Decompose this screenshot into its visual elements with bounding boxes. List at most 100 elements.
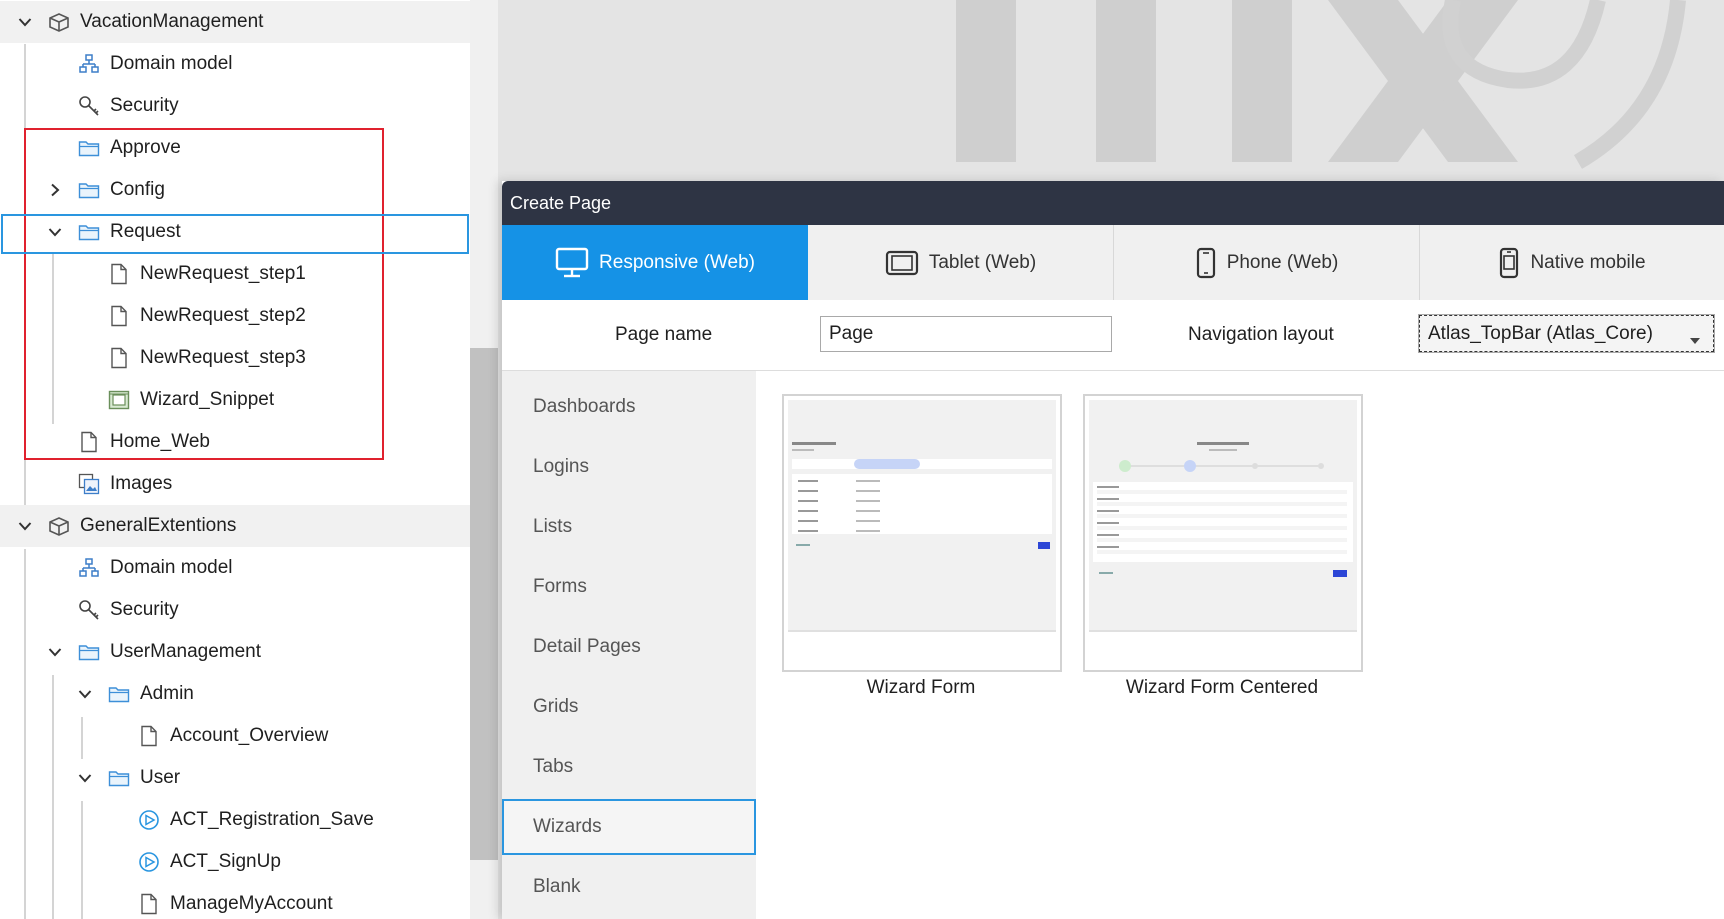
tree-item-label: VacationManagement — [80, 11, 264, 32]
tablet-icon — [885, 250, 919, 276]
folder-icon — [108, 767, 130, 789]
tree-item-newrequest-step3[interactable]: NewRequest_step3 — [0, 337, 470, 379]
tree-item-domain-model[interactable]: Domain model — [0, 547, 470, 589]
category-lists[interactable]: Lists — [502, 499, 756, 555]
tree-item-managemyaccount[interactable]: ManageMyAccount — [0, 883, 470, 919]
tree-item-label: NewRequest_step1 — [140, 263, 306, 284]
tab-responsive-web[interactable]: Responsive (Web) — [502, 225, 808, 300]
tab-native-mobile[interactable]: Native mobile — [1420, 225, 1724, 300]
chevron-down-icon[interactable] — [77, 686, 93, 702]
tree-item-domain-model[interactable]: Domain model — [0, 43, 470, 85]
tree-item-label: ACT_SignUp — [170, 851, 281, 872]
tab-label: Native mobile — [1530, 251, 1646, 273]
folder-icon — [78, 179, 100, 201]
category-tabs[interactable]: Tabs — [502, 739, 756, 795]
category-dashboards[interactable]: Dashboards — [502, 379, 756, 435]
security-key-icon — [78, 95, 100, 117]
microflow-icon — [138, 809, 160, 831]
tree-item-label: NewRequest_step2 — [140, 305, 306, 326]
tree-item-act-signup[interactable]: ACT_SignUp — [0, 841, 470, 883]
module-icon — [48, 515, 70, 537]
tree-item-label: Config — [110, 179, 165, 200]
category-grids[interactable]: Grids — [502, 679, 756, 735]
tree-item-label: UserManagement — [110, 641, 262, 662]
page-name-label: Page name — [615, 324, 713, 345]
tree-item-label: GeneralExtentions — [80, 515, 237, 536]
tree-item-account-overview[interactable]: Account_Overview — [0, 715, 470, 757]
dialog-title-bar[interactable]: Create Page — [502, 181, 1724, 225]
monitor-icon — [555, 247, 589, 279]
tree-item-label: Images — [110, 473, 173, 494]
tree-item-act-registration-save[interactable]: ACT_Registration_Save — [0, 799, 470, 841]
tree-item-images[interactable]: Images — [0, 463, 470, 505]
tree-item-label: Domain model — [110, 557, 233, 578]
navigation-layout-value: Atlas_TopBar (Atlas_Core) — [1428, 322, 1653, 344]
domain-model-icon — [78, 557, 100, 579]
category-forms[interactable]: Forms — [502, 559, 756, 615]
tree-item-config[interactable]: Config — [0, 169, 470, 211]
images-icon — [78, 473, 100, 495]
tree-item-label: NewRequest_step3 — [140, 347, 306, 368]
page-icon — [108, 263, 130, 285]
category-blank[interactable]: Blank — [502, 859, 756, 915]
category-logins[interactable]: Logins — [502, 439, 756, 495]
tree-item-generalextentions[interactable]: GeneralExtentions — [0, 505, 470, 547]
navigation-layout-select[interactable]: Atlas_TopBar (Atlas_Core) — [1418, 314, 1715, 353]
tab-label: Tablet (Web) — [928, 251, 1037, 273]
tree-item-newrequest-step2[interactable]: NewRequest_step2 — [0, 295, 470, 337]
page-name-input[interactable] — [820, 316, 1112, 352]
tree-item-newrequest-step1[interactable]: NewRequest_step1 — [0, 253, 470, 295]
tree-item-security[interactable]: Security — [0, 589, 470, 631]
tree-item-wizard-snippet[interactable]: Wizard_Snippet — [0, 379, 470, 421]
page-icon — [78, 431, 100, 453]
template-card-wizard-form[interactable]: Wizard Form — [782, 394, 1062, 699]
tree-item-request[interactable]: Request — [0, 211, 470, 253]
chevron-down-icon[interactable] — [17, 14, 33, 30]
tab-phone-web[interactable]: Phone (Web) — [1114, 225, 1420, 300]
page-icon — [108, 305, 130, 327]
tree-item-label: ACT_Registration_Save — [170, 809, 374, 830]
chevron-down-icon[interactable] — [47, 224, 63, 240]
security-key-icon — [78, 599, 100, 621]
category-detail-pages[interactable]: Detail Pages — [502, 619, 756, 675]
tree-item-security[interactable]: Security — [0, 85, 470, 127]
tree-item-admin[interactable]: Admin — [0, 673, 470, 715]
tree-item-usermanagement[interactable]: UserManagement — [0, 631, 470, 673]
tree-item-label: Account_Overview — [170, 725, 329, 746]
tree-item-approve[interactable]: Approve — [0, 127, 470, 169]
tree-scrollbar-thumb[interactable] — [470, 348, 498, 860]
tree-item-vacationmanagement[interactable]: VacationManagement — [0, 1, 470, 43]
page-icon — [138, 893, 160, 915]
tree-item-label: Approve — [110, 137, 181, 158]
tree-item-user[interactable]: User — [0, 757, 470, 799]
project-explorer-tree: VacationManagement Domain model Security Ap… — [0, 0, 470, 919]
snippet-icon — [108, 389, 130, 411]
tree-item-label: Request — [110, 221, 181, 242]
navigation-layout-label: Navigation layout — [1188, 324, 1334, 345]
tree-item-label: Security — [110, 599, 179, 620]
chevron-down-icon[interactable] — [47, 644, 63, 660]
tab-label: Responsive (Web) — [599, 251, 755, 273]
tab-tablet-web[interactable]: Tablet (Web) — [808, 225, 1114, 300]
chevron-down-icon[interactable] — [77, 770, 93, 786]
page-icon — [108, 347, 130, 369]
tree-item-home-web[interactable]: Home_Web — [0, 421, 470, 463]
tab-label: Phone (Web) — [1226, 251, 1339, 273]
template-thumbnail[interactable] — [1083, 394, 1363, 672]
tree-item-label: Security — [110, 95, 179, 116]
folder-icon — [78, 137, 100, 159]
native-mobile-icon — [1498, 247, 1520, 279]
tree-item-label: Home_Web — [110, 431, 210, 452]
dropdown-arrow-icon — [1689, 329, 1701, 351]
template-thumbnail[interactable] — [782, 394, 1062, 672]
tree-item-label: Wizard_Snippet — [140, 389, 275, 410]
platform-tabs: Responsive (Web) Tablet (Web) Phone (Web… — [502, 225, 1724, 300]
template-card-wizard-form-centered[interactable]: Wizard Form Centered — [1083, 394, 1363, 699]
domain-model-icon — [78, 53, 100, 75]
module-icon — [48, 11, 70, 33]
folder-icon — [78, 641, 100, 663]
chevron-right-icon[interactable] — [47, 182, 63, 198]
category-wizards[interactable]: Wizards — [502, 799, 756, 855]
microflow-icon — [138, 851, 160, 873]
chevron-down-icon[interactable] — [17, 518, 33, 534]
